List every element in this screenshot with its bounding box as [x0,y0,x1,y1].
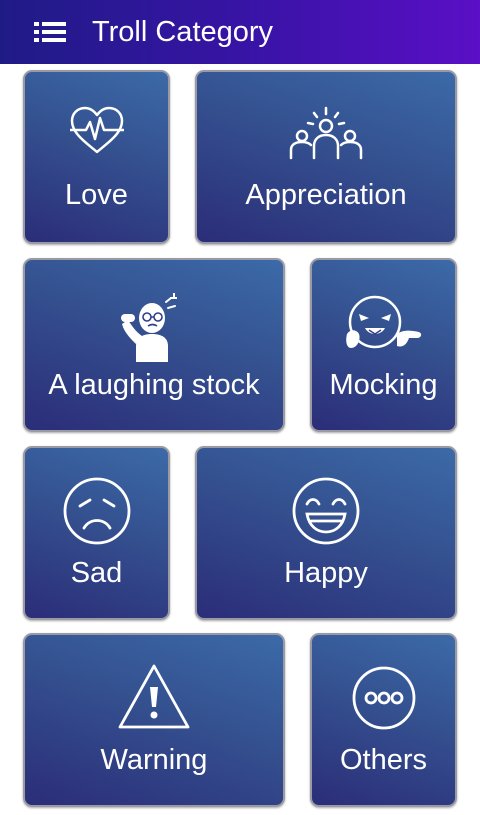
menu-button[interactable] [30,16,70,48]
sad-face-icon [63,477,130,545]
hamburger-menu-icon [34,22,66,42]
warning-triangle-icon [118,664,190,729]
category-tile-others[interactable]: Others [310,633,457,807]
category-tile-warning[interactable]: Warning [23,633,285,807]
category-tile-happy[interactable]: Happy [195,446,457,620]
tile-label: Appreciation [245,179,407,211]
tile-label: Others [339,744,428,776]
category-tile-laughing-stock[interactable]: A laughing stock [23,258,285,432]
page-title: Troll Category [92,16,274,48]
app-bar: Troll Category [0,0,480,64]
category-tile-sad[interactable]: Sad [23,446,170,620]
tile-label: Mocking [329,369,438,401]
tile-label: Sad [70,557,123,589]
tile-label: A laughing stock [48,369,260,401]
category-tile-love[interactable]: Love [23,70,170,244]
tile-label: Happy [284,557,368,589]
mocking-face-icon [345,295,421,349]
head-scratching-man-icon [121,293,177,362]
more-dots-icon [352,666,415,730]
group-people-icon [289,106,363,160]
tile-label: Love [65,179,128,211]
category-tile-mocking[interactable]: Mocking [310,258,457,432]
happy-face-icon [292,477,360,545]
heart-pulse-icon [69,106,124,154]
category-tile-appreciation[interactable]: Appreciation [195,70,457,244]
tile-label: Warning [100,744,208,776]
